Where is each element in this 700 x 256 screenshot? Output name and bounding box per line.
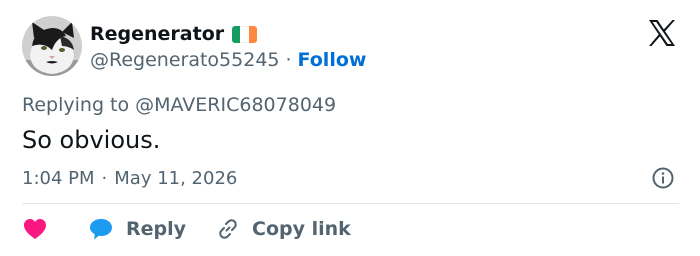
author-name-row: Regenerator bbox=[90, 21, 258, 47]
copy-link-button[interactable]: Copy link bbox=[216, 217, 351, 241]
copy-link-label: Copy link bbox=[252, 218, 351, 240]
reply-target-link[interactable]: @MAVERIC68078049 bbox=[135, 94, 336, 116]
speech-bubble-icon bbox=[90, 219, 112, 240]
info-icon[interactable] bbox=[651, 166, 675, 190]
follow-button[interactable]: Follow bbox=[298, 49, 367, 71]
reply-context: Replying to @MAVERIC68078049 bbox=[22, 92, 336, 118]
handle[interactable]: @Regenerato55245 bbox=[90, 49, 280, 71]
avatar[interactable] bbox=[22, 16, 82, 76]
divider bbox=[22, 203, 679, 204]
tweet-timestamp[interactable]: 1:04 PM · May 11, 2026 bbox=[22, 164, 237, 192]
flag-orange-band bbox=[248, 25, 258, 43]
flag-green-band bbox=[232, 25, 241, 43]
reply-button[interactable]: Reply bbox=[88, 217, 186, 241]
action-bar: Reply Copy link bbox=[22, 214, 351, 244]
tweet-date[interactable]: May 11, 2026 bbox=[114, 168, 237, 189]
author-handle-row: @Regenerato55245 · Follow bbox=[90, 47, 366, 73]
cat-avatar-image bbox=[22, 16, 82, 76]
x-logo-icon[interactable] bbox=[647, 18, 677, 48]
flag-white-band bbox=[240, 25, 249, 43]
tweet-time[interactable]: 1:04 PM bbox=[22, 168, 95, 189]
tweet-text: So obvious. bbox=[22, 126, 161, 154]
separator-dot: · bbox=[285, 49, 292, 71]
link-icon bbox=[219, 219, 237, 239]
ireland-flag-icon bbox=[232, 25, 258, 43]
separator-dot: · bbox=[101, 167, 108, 189]
heart-icon bbox=[24, 219, 46, 239]
like-button[interactable] bbox=[22, 217, 50, 241]
reply-context-prefix: Replying to bbox=[22, 94, 130, 116]
reply-label: Reply bbox=[126, 218, 187, 240]
display-name[interactable]: Regenerator bbox=[90, 23, 224, 45]
